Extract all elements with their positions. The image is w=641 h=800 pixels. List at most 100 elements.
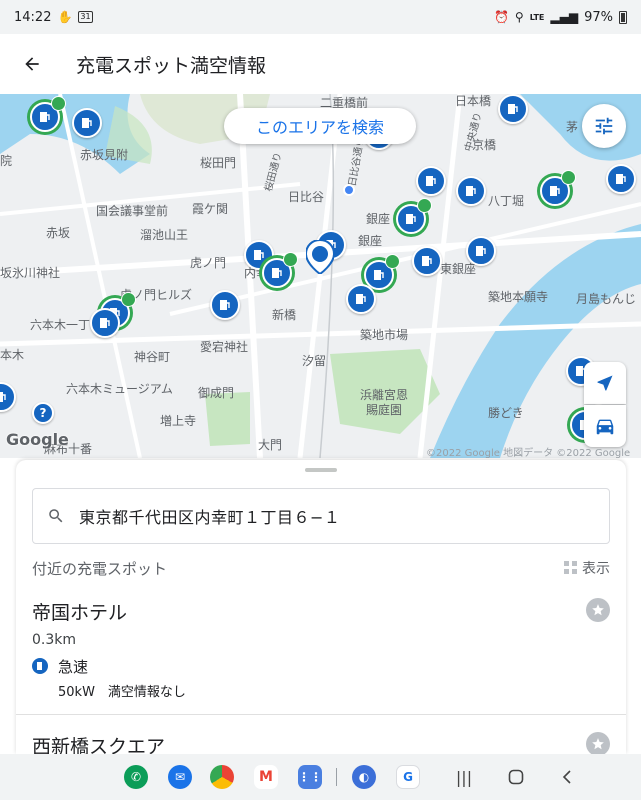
ev-station-icon: [426, 176, 436, 186]
car-icon: [596, 419, 614, 435]
chrome-app-icon[interactable]: [210, 765, 234, 789]
back-button[interactable]: [0, 34, 64, 94]
map-label: 赤坂見附: [80, 148, 129, 162]
charging-spot-pin[interactable]: [606, 164, 636, 194]
status-bar: 14:22 ✋ 31 ⏰ ⚲ LTE ▂▄▆ 97%: [0, 0, 641, 34]
search-this-area-button[interactable]: このエリアを検索: [224, 108, 416, 144]
help-icon: ?: [39, 406, 47, 420]
location-icon: ⚲: [514, 10, 524, 24]
map-label: 六本木ミュージアム: [66, 382, 173, 396]
car-mode-button[interactable]: [584, 405, 626, 447]
info-pin[interactable]: ?: [32, 402, 54, 424]
charging-spot-pin[interactable]: [540, 170, 576, 206]
system-nav-bar: ✆ ✉ M ⋮⋮ ◐ G |||: [0, 754, 641, 800]
map-label: 本木: [0, 348, 25, 362]
ev-station-icon: [254, 250, 264, 260]
ev-station-icon: [406, 214, 416, 224]
spot-name: 帝国ホテル: [32, 602, 128, 624]
grid-icon: [564, 561, 577, 574]
map-label: 虎ノ門: [190, 256, 227, 270]
map-label: 茅: [566, 120, 579, 134]
recent-app-icon[interactable]: ◐: [352, 765, 376, 789]
charging-spot-pin[interactable]: [456, 176, 486, 206]
favorite-button[interactable]: [586, 598, 610, 622]
ev-station-icon: [550, 186, 560, 196]
map-label: 勝どき: [488, 406, 524, 420]
nearby-title: 付近の充電スポット: [32, 559, 168, 578]
map-label: 院: [0, 154, 13, 168]
current-location-dot: [343, 184, 355, 196]
spot-list-item[interactable]: 西新橋スクエア: [16, 732, 626, 754]
drag-handle[interactable]: [305, 468, 337, 472]
map-label: 月島もんじ: [576, 292, 637, 306]
map-label: 愛宕神社: [200, 340, 249, 354]
display-toggle-button[interactable]: 表示: [564, 558, 610, 578]
page-title: 充電スポット満空情報: [76, 54, 267, 77]
charging-spot-pin[interactable]: [346, 284, 376, 314]
my-location-button[interactable]: [584, 362, 626, 404]
charging-spot-pin[interactable]: [72, 108, 102, 138]
map-label: 大門: [258, 438, 283, 452]
charging-spot-pin[interactable]: [262, 252, 298, 288]
search-icon: [49, 509, 63, 523]
messages-app-icon[interactable]: ✉: [168, 765, 192, 789]
map-label: 新橋: [272, 308, 297, 322]
battery-percent: 97%: [584, 9, 613, 25]
charger-row: 急速 50kW 満空情報なし: [32, 656, 186, 700]
apps-grid-icon[interactable]: ⋮⋮: [298, 765, 322, 789]
alarm-icon: ⏰: [493, 10, 509, 24]
map-label: 日本橋: [455, 94, 492, 108]
dock-divider: [336, 768, 337, 786]
map-view[interactable]: 二重橋前 日本橋 赤坂見附 桜田門 京橋 日比谷 国会議事堂前 霞ケ関 八丁堀 …: [0, 94, 641, 458]
selected-location-marker[interactable]: [304, 238, 336, 276]
filter-button[interactable]: [582, 104, 626, 148]
ev-app-icon[interactable]: G: [396, 765, 420, 789]
map-label: 坂氷川神社: [0, 266, 61, 280]
battery-icon: [619, 10, 627, 24]
charging-spot-pin[interactable]: [416, 166, 446, 196]
charging-spot-pin[interactable]: [466, 236, 496, 266]
map-label: 日比谷: [288, 190, 325, 204]
ev-station-icon: [476, 246, 486, 256]
map-label: 赤坂: [46, 226, 71, 240]
charger-type: 急速: [58, 658, 89, 676]
back-nav-icon[interactable]: [556, 765, 580, 789]
map-label: 築地市場: [360, 328, 409, 342]
navigation-arrow-icon: [597, 375, 613, 391]
calendar-icon: 31: [78, 11, 93, 23]
charger-info: 50kW 満空情報なし: [58, 685, 186, 700]
gmail-app-icon[interactable]: M: [254, 765, 278, 789]
map-label: 増上寺: [160, 414, 197, 428]
spot-distance: 0.3km: [32, 632, 77, 648]
google-logo: Google: [6, 430, 69, 449]
map-label: 神谷町: [134, 350, 171, 364]
charging-spot-pin[interactable]: [210, 290, 240, 320]
home-icon[interactable]: [504, 765, 528, 789]
ev-station-icon: [356, 294, 366, 304]
address-search-field[interactable]: 東京都千代田区内幸町１丁目６−１: [32, 488, 610, 544]
map-label: 桜田門: [200, 156, 237, 170]
display-label: 表示: [582, 561, 610, 577]
signal-icon: ▂▄▆: [550, 10, 579, 24]
ev-station-icon: [0, 392, 6, 402]
phone-app-icon[interactable]: ✆: [124, 765, 148, 789]
charging-spot-pin[interactable]: [498, 94, 528, 124]
charging-spot-pin[interactable]: [412, 246, 442, 276]
map-label: 築地本願寺: [488, 290, 549, 304]
search-input[interactable]: 東京都千代田区内幸町１丁目６−１: [79, 504, 340, 528]
charging-spot-pin[interactable]: [30, 96, 66, 132]
favorite-button[interactable]: [586, 732, 610, 754]
charging-spot-pin[interactable]: [90, 308, 120, 338]
app-bar: 充電スポット満空情報: [0, 34, 641, 94]
map-label: 霞ケ関: [192, 202, 229, 216]
recents-icon[interactable]: |||: [452, 765, 476, 789]
divider: [16, 714, 626, 715]
spot-list-item[interactable]: 帝国ホテル 0.3km 急速 50kW 満空情報なし: [16, 598, 626, 716]
status-time: 14:22: [14, 9, 52, 25]
ev-station-icon: [374, 270, 384, 280]
map-label: 浜離宮恩賜庭園: [359, 388, 408, 417]
charging-spot-pin[interactable]: [396, 198, 432, 234]
map-label: 銀座: [366, 212, 391, 226]
ev-station-icon: [40, 112, 50, 122]
map-label: 六本木一丁: [30, 318, 91, 332]
